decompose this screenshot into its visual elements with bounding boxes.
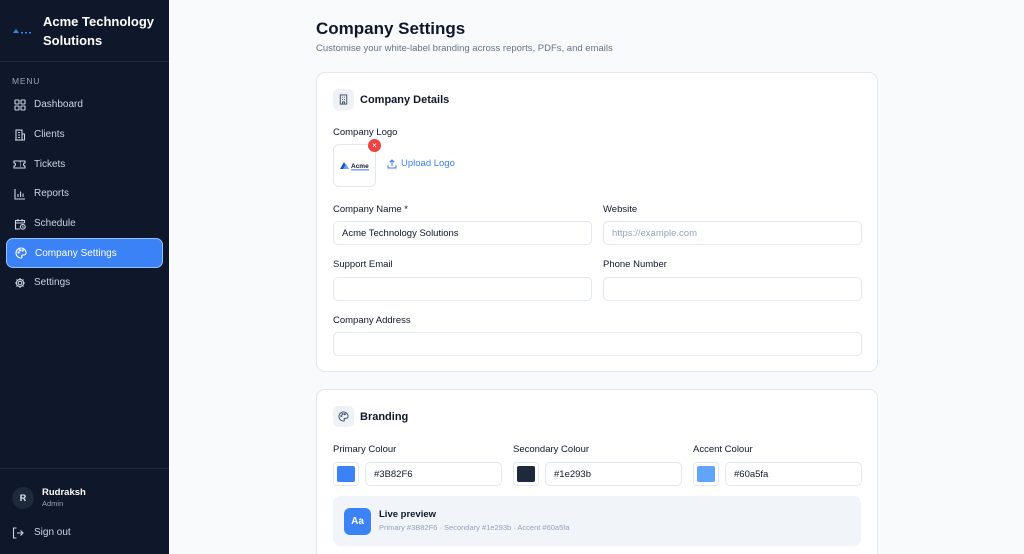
building-icon bbox=[333, 89, 354, 110]
card-header: Company Details bbox=[333, 89, 449, 110]
company-name-input[interactable] bbox=[333, 221, 592, 245]
branding-card: Branding Primary Colour Secondary Colour… bbox=[316, 389, 878, 554]
sidebar-item-label: Tickets bbox=[34, 158, 66, 170]
sidebar-nav: Dashboard Clients Tickets Reports Schedu… bbox=[0, 90, 169, 298]
accent-colour-input[interactable] bbox=[725, 462, 862, 486]
brand: Acme Technology Solutions bbox=[0, 0, 169, 62]
live-preview-panel: Aa Live preview Primary #3B82F6 · Second… bbox=[333, 496, 861, 546]
sidebar: Acme Technology Solutions MENU Dashboard… bbox=[0, 0, 169, 554]
secondary-colour-input[interactable] bbox=[545, 462, 682, 486]
sidebar-item-company-settings[interactable]: Company Settings bbox=[6, 238, 163, 269]
preview-badge: Aa bbox=[344, 508, 371, 535]
card-header: Branding bbox=[333, 406, 408, 427]
user-profile[interactable]: R Rudraksh Admin bbox=[12, 483, 157, 513]
page-subtitle: Customise your white-label branding acro… bbox=[316, 43, 613, 54]
upload-logo-label: Upload Logo bbox=[401, 158, 455, 169]
website-input[interactable] bbox=[603, 221, 862, 245]
sidebar-item-label: Company Settings bbox=[35, 247, 117, 259]
company-logo-label: Company Logo bbox=[333, 127, 398, 138]
phone-number-label: Phone Number bbox=[603, 259, 667, 270]
brand-name: Acme Technology Solutions bbox=[43, 12, 154, 50]
accent-colour-label: Accent Colour bbox=[693, 444, 753, 455]
sidebar-footer: R Rudraksh Admin Sign out bbox=[0, 468, 169, 554]
primary-colour-swatch[interactable] bbox=[333, 462, 359, 486]
company-logo-text: Acme bbox=[351, 163, 369, 170]
user-name: Rudraksh bbox=[42, 487, 86, 498]
card-title: Branding bbox=[360, 410, 409, 423]
brand-name-line2: Solutions bbox=[43, 32, 103, 48]
secondary-colour-label: Secondary Colour bbox=[513, 444, 590, 455]
company-logo-image: Acme bbox=[339, 160, 371, 172]
gear-icon bbox=[13, 276, 26, 289]
primary-colour-input[interactable] bbox=[365, 462, 502, 486]
dashboard-icon bbox=[13, 98, 26, 111]
sign-out-button[interactable]: Sign out bbox=[12, 526, 157, 539]
avatar: R bbox=[12, 487, 34, 509]
card-title: Company Details bbox=[360, 93, 450, 106]
sidebar-item-label: Reports bbox=[34, 188, 70, 200]
calendar-clock-icon bbox=[13, 217, 26, 230]
accent-colour-swatch[interactable] bbox=[693, 462, 719, 486]
company-address-input[interactable] bbox=[333, 332, 862, 356]
menu-heading: MENU bbox=[12, 76, 41, 86]
sign-out-icon bbox=[12, 526, 25, 539]
support-email-input[interactable] bbox=[333, 277, 592, 301]
sidebar-item-tickets[interactable]: Tickets bbox=[6, 149, 163, 179]
sign-out-label: Sign out bbox=[34, 527, 71, 538]
ticket-icon bbox=[13, 158, 26, 171]
brand-name-line1: Acme Technology bbox=[43, 13, 155, 29]
sidebar-item-schedule[interactable]: Schedule bbox=[6, 209, 163, 239]
support-email-label: Support Email bbox=[333, 259, 393, 270]
company-address-label: Company Address bbox=[333, 315, 411, 326]
secondary-colour-swatch[interactable] bbox=[513, 462, 539, 486]
user-role: Admin bbox=[42, 499, 64, 508]
upload-icon bbox=[387, 158, 397, 169]
sidebar-item-label: Settings bbox=[34, 277, 71, 289]
phone-number-input[interactable] bbox=[603, 277, 862, 301]
page-title: Company Settings bbox=[316, 19, 466, 38]
sidebar-item-settings[interactable]: Settings bbox=[6, 268, 163, 298]
company-name-label: Company Name * bbox=[333, 204, 408, 215]
building-icon bbox=[13, 128, 26, 141]
sidebar-item-clients[interactable]: Clients bbox=[6, 120, 163, 150]
main-content: Company Settings Customise your white-la… bbox=[169, 0, 1024, 554]
palette-icon bbox=[14, 247, 27, 260]
sidebar-item-label: Clients bbox=[34, 129, 65, 141]
palette-icon bbox=[333, 406, 354, 427]
preview-meta: Primary #3B82F6 · Secondary #1e293b · Ac… bbox=[379, 523, 570, 532]
remove-logo-button[interactable]: × bbox=[368, 139, 381, 152]
upload-logo-button[interactable]: Upload Logo bbox=[387, 158, 455, 169]
brand-logo-icon bbox=[12, 24, 32, 38]
preview-title: Live preview bbox=[379, 509, 437, 520]
sidebar-item-dashboard[interactable]: Dashboard bbox=[6, 90, 163, 120]
company-details-card: Company Details Company Logo Acme × Uplo… bbox=[316, 72, 878, 372]
sidebar-item-reports[interactable]: Reports bbox=[6, 179, 163, 209]
sidebar-item-label: Dashboard bbox=[34, 99, 83, 111]
primary-colour-label: Primary Colour bbox=[333, 444, 397, 455]
sidebar-item-label: Schedule bbox=[34, 218, 76, 230]
bar-chart-icon bbox=[13, 187, 26, 200]
website-label: Website bbox=[603, 204, 638, 215]
